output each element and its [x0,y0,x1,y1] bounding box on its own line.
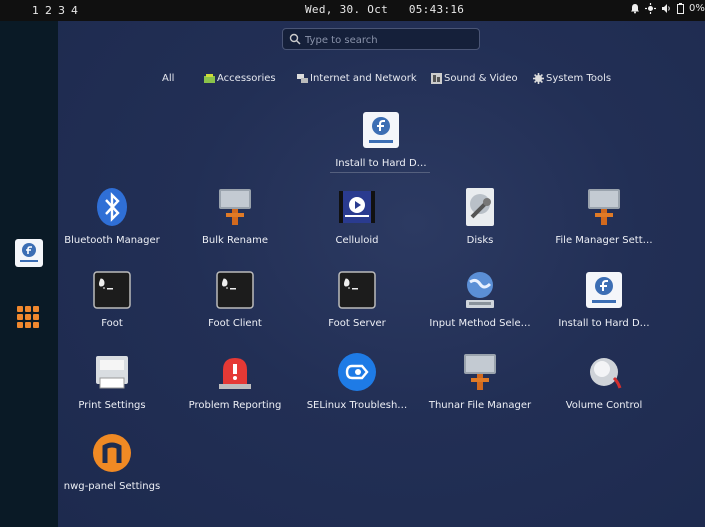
thunar-icon [588,189,620,225]
fedora-installer-icon[interactable] [15,239,43,267]
volume-icon[interactable] [661,3,672,14]
app-volume-control[interactable]: Volume Control [545,352,663,411]
app-thunar-file-manager[interactable]: Thunar File Manager [421,352,539,411]
fedora-installer-icon [586,272,622,308]
volume-knob-icon [590,358,622,389]
system-tray: 0% [630,3,705,14]
category-sound-video[interactable]: Sound & Video [431,73,518,84]
disks-icon [466,188,494,226]
featured-divider [330,172,430,173]
search-box[interactable] [282,28,480,50]
globe-icon [466,272,494,308]
category-internet[interactable]: Internet and Network [297,73,417,84]
app-celluloid[interactable]: Celluloid [298,187,416,246]
clock[interactable]: Wed, 30. Oct 05:43:16 [305,3,464,16]
app-foot[interactable]: Foot [53,270,171,329]
app-nwg-panel-settings[interactable]: nwg-panel Settings [53,433,171,492]
category-bar: All Accessories Internet and Network Sou… [0,73,705,89]
app-foot-client[interactable]: Foot Client [176,270,294,329]
brightness-icon[interactable] [645,3,656,14]
app-bulk-rename[interactable]: Bulk Rename [176,187,294,246]
app-disks[interactable]: Disks [421,187,539,246]
app-label: Install to Hard D… [335,158,427,169]
nwg-icon [93,434,131,472]
category-accessories[interactable]: Accessories [204,73,276,84]
fedora-installer-icon [363,112,399,148]
alarm-icon [219,358,251,389]
network-icon [297,74,308,83]
gear-icon [533,73,544,84]
app-print-settings[interactable]: Print Settings [53,352,171,411]
workspace-4[interactable]: 4 [71,4,78,17]
app-bluetooth-manager[interactable]: Bluetooth Manager [53,187,171,246]
top-bar: 1 2 3 4 Wed, 30. Oct 05:43:16 0% [0,0,705,21]
category-system-tools[interactable]: System Tools [533,73,611,84]
selinux-icon [338,353,376,391]
bluetooth-icon [97,188,127,226]
foot-terminal-icon [338,271,376,309]
featured-app[interactable]: Install to Hard D… [322,110,440,169]
foot-terminal-icon [93,271,131,309]
dock [0,21,58,527]
workspace-2[interactable]: 2 [45,4,52,17]
battery-percent: 0% [689,3,705,14]
app-file-manager-settings[interactable]: File Manager Sett… [545,187,663,246]
app-input-method-selector[interactable]: Input Method Sele… [421,270,539,329]
category-all[interactable]: All [162,73,174,84]
app-selinux-troubleshooter[interactable]: SELinux Troublesh… [298,352,416,411]
workspace-3[interactable]: 3 [58,4,65,17]
thunar-icon [464,354,496,390]
battery-icon[interactable] [677,3,684,14]
app-problem-reporting[interactable]: Problem Reporting [176,352,294,411]
accessories-icon [204,74,215,83]
app-grid-icon[interactable] [17,306,39,328]
workspace-switcher: 1 2 3 4 [32,4,78,17]
workspace-1[interactable]: 1 [32,4,39,17]
search-input[interactable] [303,31,477,49]
app-install-to-hard-drive[interactable]: Install to Hard D… [545,270,663,329]
thunar-icon [219,189,251,225]
foot-terminal-icon [216,271,254,309]
search-icon [289,33,301,45]
celluloid-icon [339,191,375,223]
app-foot-server[interactable]: Foot Server [298,270,416,329]
multimedia-icon [431,73,442,84]
printer-icon [96,356,128,389]
bell-icon[interactable] [630,3,640,14]
